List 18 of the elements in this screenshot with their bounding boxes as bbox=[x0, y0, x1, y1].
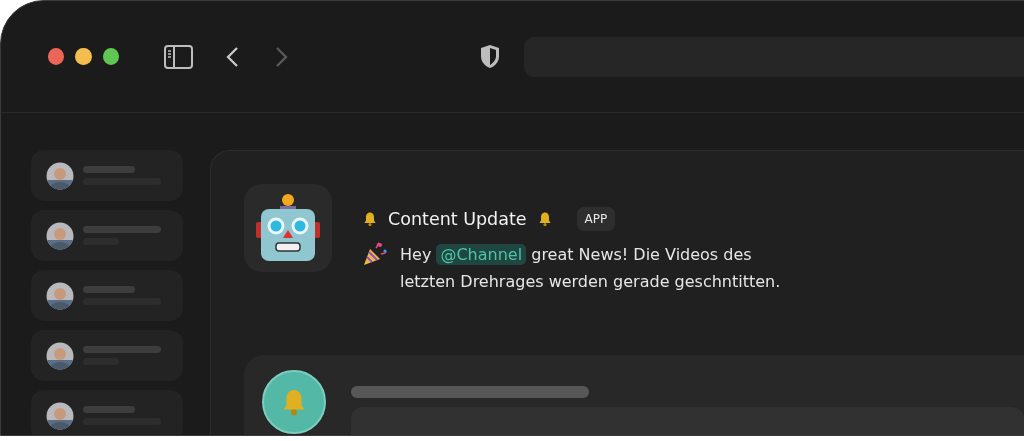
party-popper-icon bbox=[362, 241, 388, 267]
app-badge: APP bbox=[576, 207, 616, 231]
shield-icon[interactable] bbox=[478, 44, 501, 69]
message-text: Hey @Channel great News! Die Videos des letzten Drehrages werden gerade geschntitten. bbox=[400, 243, 782, 293]
window-control-button[interactable] bbox=[48, 48, 65, 65]
channel-mention[interactable]: @Channel bbox=[436, 244, 527, 265]
chat-list-item[interactable] bbox=[31, 330, 183, 381]
window-control-button[interactable] bbox=[102, 48, 119, 65]
chat-list-item[interactable] bbox=[31, 150, 183, 201]
chat-list-item[interactable] bbox=[31, 270, 183, 321]
chat-list-item[interactable] bbox=[31, 210, 183, 261]
chat-list-item[interactable] bbox=[31, 390, 183, 435]
back-icon[interactable] bbox=[224, 45, 239, 68]
bell-icon bbox=[362, 211, 378, 227]
sidebar-toggle-icon[interactable] bbox=[163, 44, 193, 69]
robot-icon bbox=[254, 192, 322, 264]
window-control-button[interactable] bbox=[75, 48, 92, 65]
message-title: Content Update bbox=[388, 209, 527, 229]
